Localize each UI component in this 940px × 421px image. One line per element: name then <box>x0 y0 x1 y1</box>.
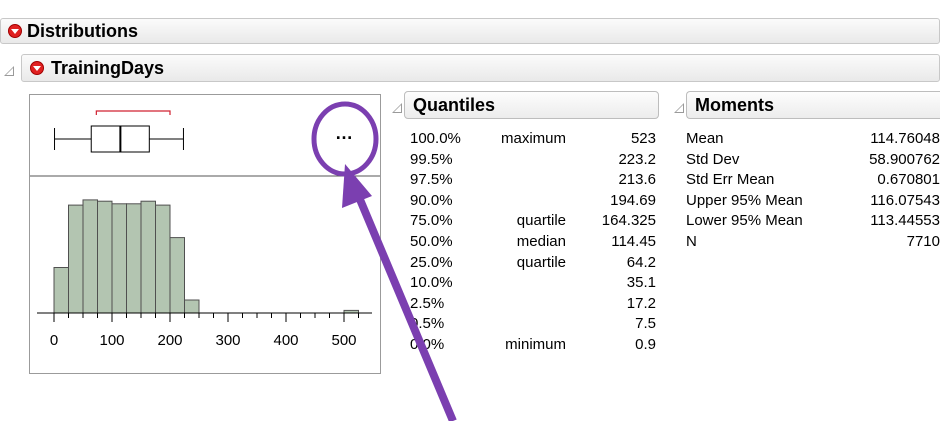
quantile-value: 223.2 <box>618 150 656 168</box>
quantiles-header[interactable]: Quantiles <box>404 91 659 119</box>
quantile-pct: 10.0% <box>410 274 453 292</box>
moment-label: Std Err Mean <box>686 171 775 189</box>
moment-value: 113.44553 <box>870 212 940 230</box>
quantile-pct: 2.5% <box>410 294 445 312</box>
quantile-pct: 97.5% <box>410 171 453 189</box>
quantile-value: 17.2 <box>626 294 656 312</box>
quantile-value: 7.5 <box>635 315 656 333</box>
quantile-pct: 0.0% <box>410 336 445 353</box>
quantiles-disclosure-icon[interactable] <box>392 103 402 113</box>
moment-value: 116.07543 <box>870 191 940 209</box>
quantile-label: minimum <box>505 336 566 353</box>
moment-label: Lower 95% Mean <box>686 212 803 230</box>
moment-label: Mean <box>686 130 724 147</box>
quantile-value: 0.9 <box>635 336 656 353</box>
quantile-value: 523 <box>630 130 656 147</box>
quantile-label: quartile <box>516 212 566 230</box>
quantile-label: maximum <box>500 130 566 147</box>
disclosure-triangle-icon[interactable] <box>4 66 14 76</box>
distributions-title: Distributions <box>27 21 138 41</box>
moment-value: 114.76048 <box>870 130 940 147</box>
moment-label: Std Dev <box>686 150 740 168</box>
moment-label: Upper 95% Mean <box>686 191 803 209</box>
moments-disclosure-icon[interactable] <box>674 103 684 113</box>
quantile-pct: 99.5% <box>410 150 453 168</box>
moments-title: Moments <box>695 95 775 115</box>
quantile-pct: 90.0% <box>410 191 453 209</box>
moment-value: 7710 <box>906 233 940 250</box>
moments-header[interactable]: Moments <box>686 91 940 119</box>
quantile-value: 194.69 <box>610 191 656 209</box>
distribution-plot-frame <box>29 94 381 374</box>
quantiles-title: Quantiles <box>413 95 496 115</box>
quantile-value: 213.6 <box>618 171 656 189</box>
moment-label: N <box>686 233 697 250</box>
red-triangle-menu-icon[interactable] <box>8 24 22 38</box>
trainingdays-title: TrainingDays <box>51 58 165 78</box>
quantile-pct: 75.0% <box>410 212 453 230</box>
quantile-label: quartile <box>516 253 566 271</box>
distributions-header: Distributions <box>0 18 940 44</box>
trainingdays-header: TrainingDays <box>21 54 940 82</box>
moment-value: 0.670801 <box>877 171 940 189</box>
moment-value: 58.900762 <box>869 150 940 168</box>
quantile-value: 114.45 <box>611 233 656 250</box>
quantile-pct: 50.0% <box>410 233 453 250</box>
plot-menu-icon[interactable]: … <box>335 124 353 142</box>
quantile-value: 64.2 <box>626 253 656 271</box>
quantile-label: median <box>516 233 566 250</box>
quantile-pct: 25.0% <box>410 253 453 271</box>
quantile-pct: 0.5% <box>410 315 445 333</box>
quantile-value: 35.1 <box>626 274 656 292</box>
quantile-value: 164.325 <box>601 212 656 230</box>
red-triangle-menu-icon[interactable] <box>30 61 44 75</box>
